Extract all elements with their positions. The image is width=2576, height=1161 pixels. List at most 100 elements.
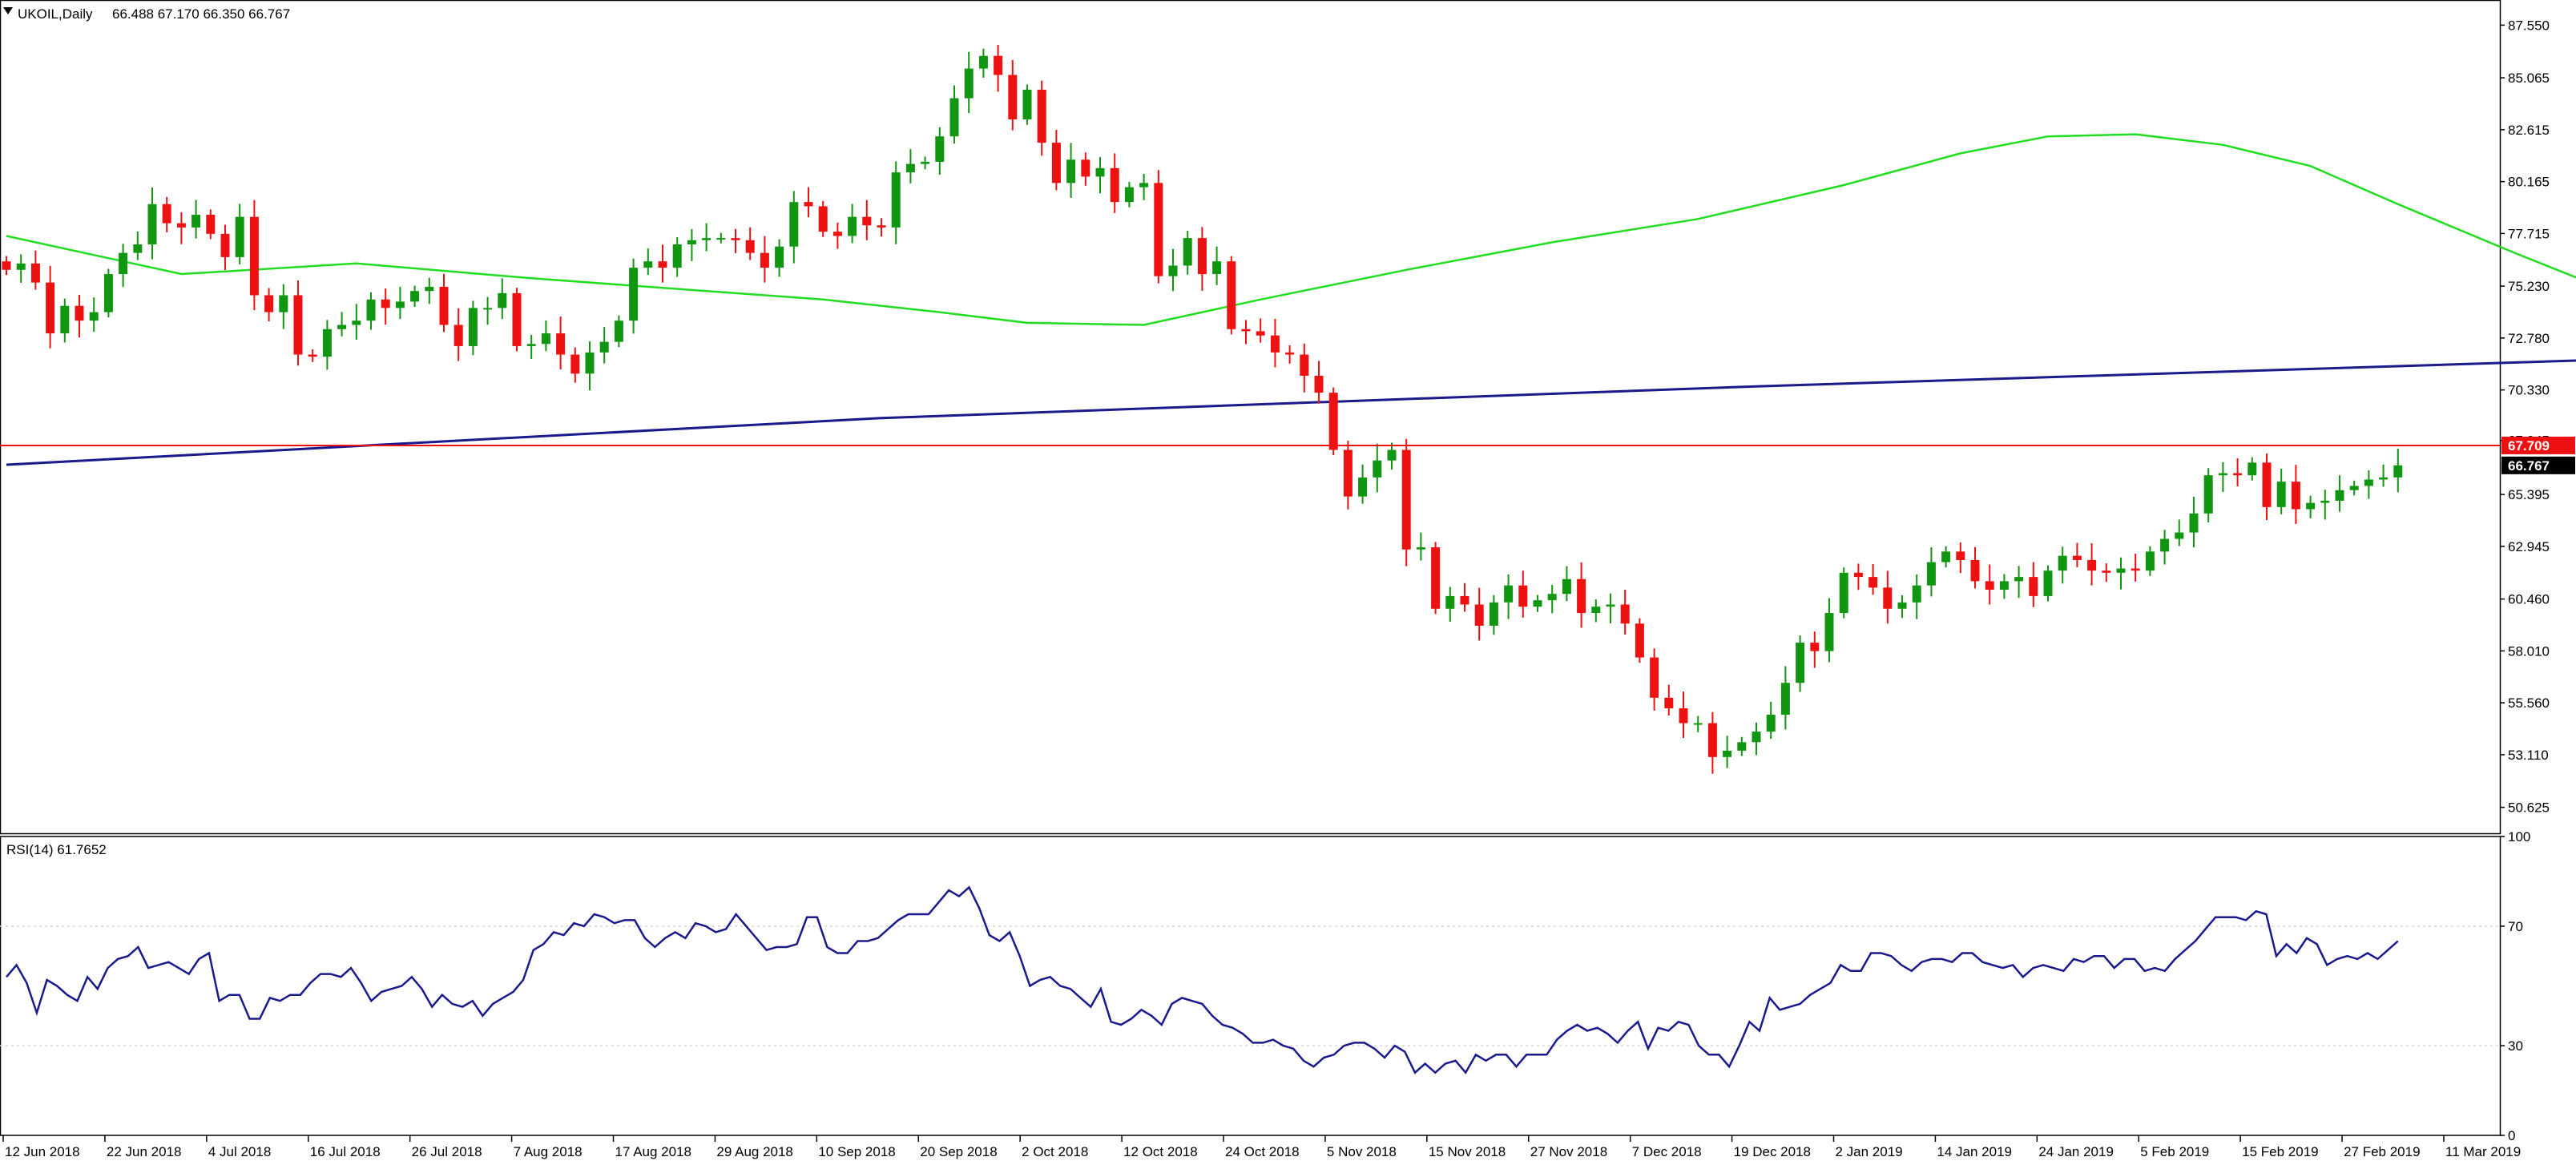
candle-bull[interactable] [1533,600,1542,607]
candle-bear[interactable] [2029,577,2038,596]
candle-bull[interactable] [1445,595,1455,609]
candle-bull[interactable] [541,333,550,345]
candle-bull[interactable] [848,216,857,236]
candle-bull[interactable] [410,291,420,302]
candle-bear[interactable] [1970,559,1980,582]
candle-bull[interactable] [643,261,653,268]
candle-bear[interactable] [1810,643,1820,651]
candle-bear[interactable] [877,225,886,228]
candle-bull[interactable] [1606,604,1615,607]
candle-bull[interactable] [235,216,244,257]
candle-bull[interactable] [1824,613,1834,651]
candle-bear[interactable] [1474,604,1484,626]
candle-bull[interactable] [949,98,959,137]
candle-bear[interactable] [731,238,740,240]
candle-bear[interactable] [1431,547,1441,609]
candle-bear[interactable] [512,292,522,346]
candle-bull[interactable] [16,263,26,270]
candle-bull[interactable] [614,320,623,342]
candle-bull[interactable] [395,301,405,308]
candle-bear[interactable] [1679,708,1688,724]
candle-bull[interactable] [978,55,988,69]
candle-bear[interactable] [556,333,566,355]
candle-bull[interactable] [366,299,376,321]
candle-bear[interactable] [1300,354,1309,376]
candle-bull[interactable] [1387,449,1397,461]
candle-bear[interactable] [658,261,667,268]
candle-bull[interactable] [2320,500,2330,503]
candle-bull[interactable] [1139,183,1149,187]
candle-bear[interactable] [1285,352,1295,355]
candle-bear[interactable] [832,232,842,236]
candle-bear[interactable] [220,233,230,257]
candle-bull[interactable] [687,240,696,245]
candle-bear[interactable] [1343,449,1353,497]
candle-bull[interactable] [133,244,143,253]
candle-bull[interactable] [1504,585,1514,603]
trading-chart[interactable]: 87.550 85.065 82.615 80.165 77.715 75.230 72.7… [0,0,2576,1161]
candle-bear[interactable] [2291,482,2300,510]
candle-bull[interactable] [702,238,712,240]
candle-bull[interactable] [1373,460,1382,478]
candle-bull[interactable] [60,305,70,334]
candle-bull[interactable] [352,320,361,325]
candle-bear[interactable] [75,305,84,321]
candle-bull[interactable] [337,325,347,329]
candle-bear[interactable] [760,252,769,268]
candle-bull[interactable] [2247,462,2257,476]
candle-bull[interactable] [89,312,99,321]
candle-bear[interactable] [818,206,828,232]
candle-bear[interactable] [1154,183,1163,276]
candle-bear[interactable] [1008,75,1018,120]
candle-bear[interactable] [862,216,872,226]
candle-bull[interactable] [2218,473,2227,476]
candle-bear[interactable] [1197,238,1207,275]
candle-bull[interactable] [1358,477,1368,497]
candle-bear[interactable] [1664,697,1674,709]
candle-bull[interactable] [1766,714,1776,732]
candle-bull[interactable] [1796,643,1805,683]
candle-bear[interactable] [804,202,813,207]
candle-bull[interactable] [1212,261,1222,275]
candle-bull[interactable] [1780,683,1790,715]
candle-bull[interactable] [935,136,945,162]
candle-bear[interactable] [1460,595,1469,605]
candle-bear[interactable] [1985,581,1994,590]
candle-bull[interactable] [629,268,639,321]
candle-bull[interactable] [119,252,128,275]
candle-bear[interactable] [206,215,216,234]
candle-bull[interactable] [1591,607,1601,614]
candle-bull[interactable] [789,202,799,247]
candle-bull[interactable] [891,172,901,228]
candle-bear[interactable] [1707,723,1717,757]
candle-bear[interactable] [1883,587,1893,609]
candle-bull[interactable] [1752,732,1761,743]
candle-bear[interactable] [308,354,317,357]
candle-bull[interactable] [1183,238,1192,266]
candle-bear[interactable] [2262,462,2272,507]
candle-bull[interactable] [905,163,915,173]
candle-bear[interactable] [249,216,259,296]
candle-bear[interactable] [1650,657,1659,698]
candle-bull[interactable] [2349,486,2359,490]
candle-bull[interactable] [1737,742,1747,751]
candle-bull[interactable] [498,292,507,308]
candle-bull[interactable] [2175,532,2184,539]
candle-bull[interactable] [775,246,784,268]
candle-bear[interactable] [439,286,449,325]
candle-bear[interactable] [1635,623,1644,658]
candle-bull[interactable] [2058,555,2067,571]
candle-bear[interactable] [30,263,40,283]
candle-bear[interactable] [2233,473,2243,476]
candle-bull[interactable] [921,161,930,164]
candle-bear[interactable] [1328,393,1338,450]
candle-bear[interactable] [1270,335,1280,353]
candle-bull[interactable] [191,215,201,228]
candle-bull[interactable] [322,329,332,357]
candle-bull[interactable] [2364,479,2373,486]
candle-bull[interactable] [425,286,434,292]
candle-bear[interactable] [1518,585,1528,607]
candle-bull[interactable] [1124,187,1134,203]
candle-bull[interactable] [468,308,478,346]
candle-bear[interactable] [1401,449,1411,550]
